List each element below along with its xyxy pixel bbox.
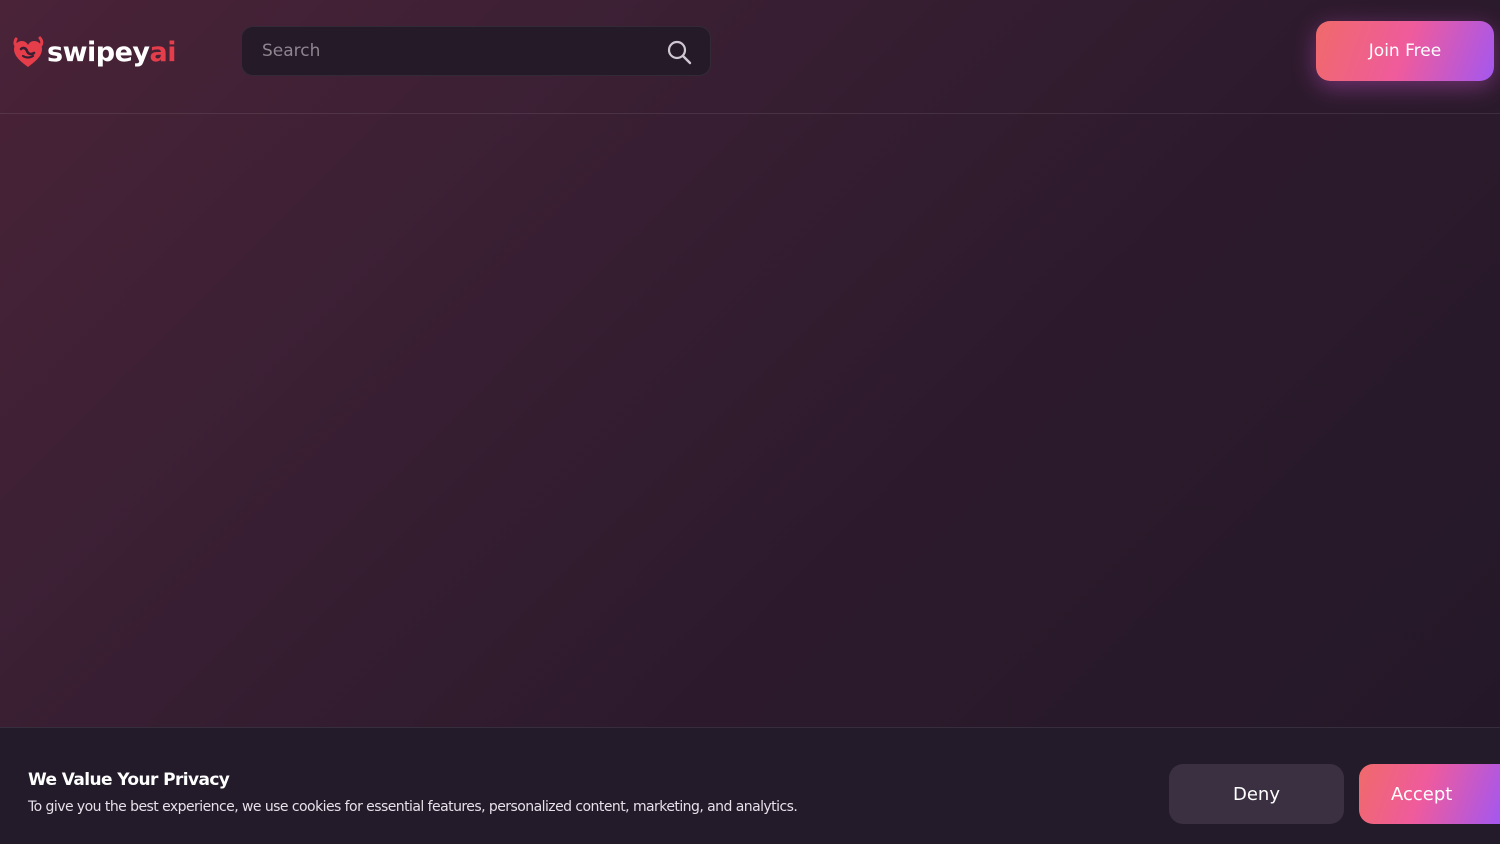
cookie-banner-text: To give you the best experience, we use … [28,799,798,815]
cookie-banner: We Value Your Privacy To give you the be… [0,727,1500,844]
logo[interactable]: swipeyai [10,32,177,72]
accept-button[interactable]: Accept [1359,764,1500,824]
logo-text: swipeyai [47,36,177,68]
search-input[interactable] [242,27,652,75]
deny-button[interactable]: Deny [1169,764,1344,824]
logo-text-ai: ai [149,36,177,68]
devil-heart-icon [13,36,44,67]
cookie-banner-title: We Value Your Privacy [28,770,230,790]
site-header: swipeyai Join Free [0,0,1500,114]
join-free-button[interactable]: Join Free [1316,21,1494,81]
search-icon[interactable] [666,39,692,65]
logo-text-swipey: swipey [47,36,150,68]
search-bar [241,26,711,76]
